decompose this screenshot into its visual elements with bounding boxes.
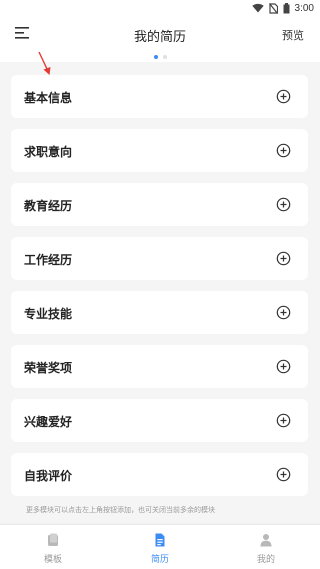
section-work-experience[interactable]: 工作经历: [11, 237, 308, 280]
add-circle-icon[interactable]: [276, 305, 291, 320]
pager-dot-active: [153, 55, 158, 59]
nav-label: 我的: [256, 554, 275, 564]
section-label: 荣誉奖项: [24, 361, 73, 375]
resume-document-icon: [155, 533, 165, 547]
section-label: 自我评价: [24, 469, 73, 483]
status-time: 3:00: [294, 2, 314, 14]
section-basic-info[interactable]: 基本信息: [11, 75, 308, 118]
add-circle-icon[interactable]: [276, 143, 291, 158]
section-label: 兴趣爱好: [24, 415, 73, 429]
section-label: 求职意向: [24, 145, 73, 159]
user-profile-icon: [260, 534, 272, 547]
annotation-arrow-icon: [38, 51, 51, 75]
section-label: 教育经历: [24, 199, 73, 213]
add-circle-icon[interactable]: [276, 89, 291, 104]
section-education[interactable]: 教育经历: [11, 183, 308, 226]
battery-icon: [283, 2, 290, 13]
no-sim-icon: [268, 2, 278, 14]
status-bar: 3:00: [0, 0, 320, 16]
section-label: 专业技能: [24, 307, 73, 321]
nav-tab-profile[interactable]: 我的: [213, 525, 319, 569]
section-hobbies[interactable]: 兴趣爱好: [11, 399, 308, 442]
add-circle-icon[interactable]: [276, 467, 291, 482]
pager-dot: [162, 55, 167, 59]
hint-text: 更多模块可以点击左上角按钮添加，也可关闭当前多余的模块: [26, 507, 215, 514]
bottom-nav: 模板 简历 我的: [0, 524, 320, 569]
top-bar: 我的简历 预览: [0, 16, 320, 52]
add-circle-icon[interactable]: [276, 251, 291, 266]
add-circle-icon[interactable]: [276, 413, 291, 428]
page-title: 我的简历: [133, 29, 186, 44]
nav-tab-templates[interactable]: 模板: [0, 525, 106, 569]
section-job-intention[interactable]: 求职意向: [11, 129, 308, 172]
section-self-evaluation[interactable]: 自我评价: [11, 453, 308, 496]
add-circle-icon[interactable]: [276, 197, 291, 212]
add-circle-icon[interactable]: [276, 359, 291, 374]
section-skills[interactable]: 专业技能: [11, 291, 308, 334]
nav-tab-resume[interactable]: 简历: [107, 525, 213, 569]
wifi-icon: [251, 3, 264, 13]
nav-label: 模板: [43, 554, 62, 564]
nav-label: 简历: [150, 554, 169, 564]
preview-button[interactable]: 预览: [282, 27, 304, 43]
section-label: 基本信息: [24, 91, 73, 105]
section-honors[interactable]: 荣誉奖项: [11, 345, 308, 388]
section-label: 工作经历: [24, 253, 73, 267]
template-icon: [48, 533, 58, 546]
